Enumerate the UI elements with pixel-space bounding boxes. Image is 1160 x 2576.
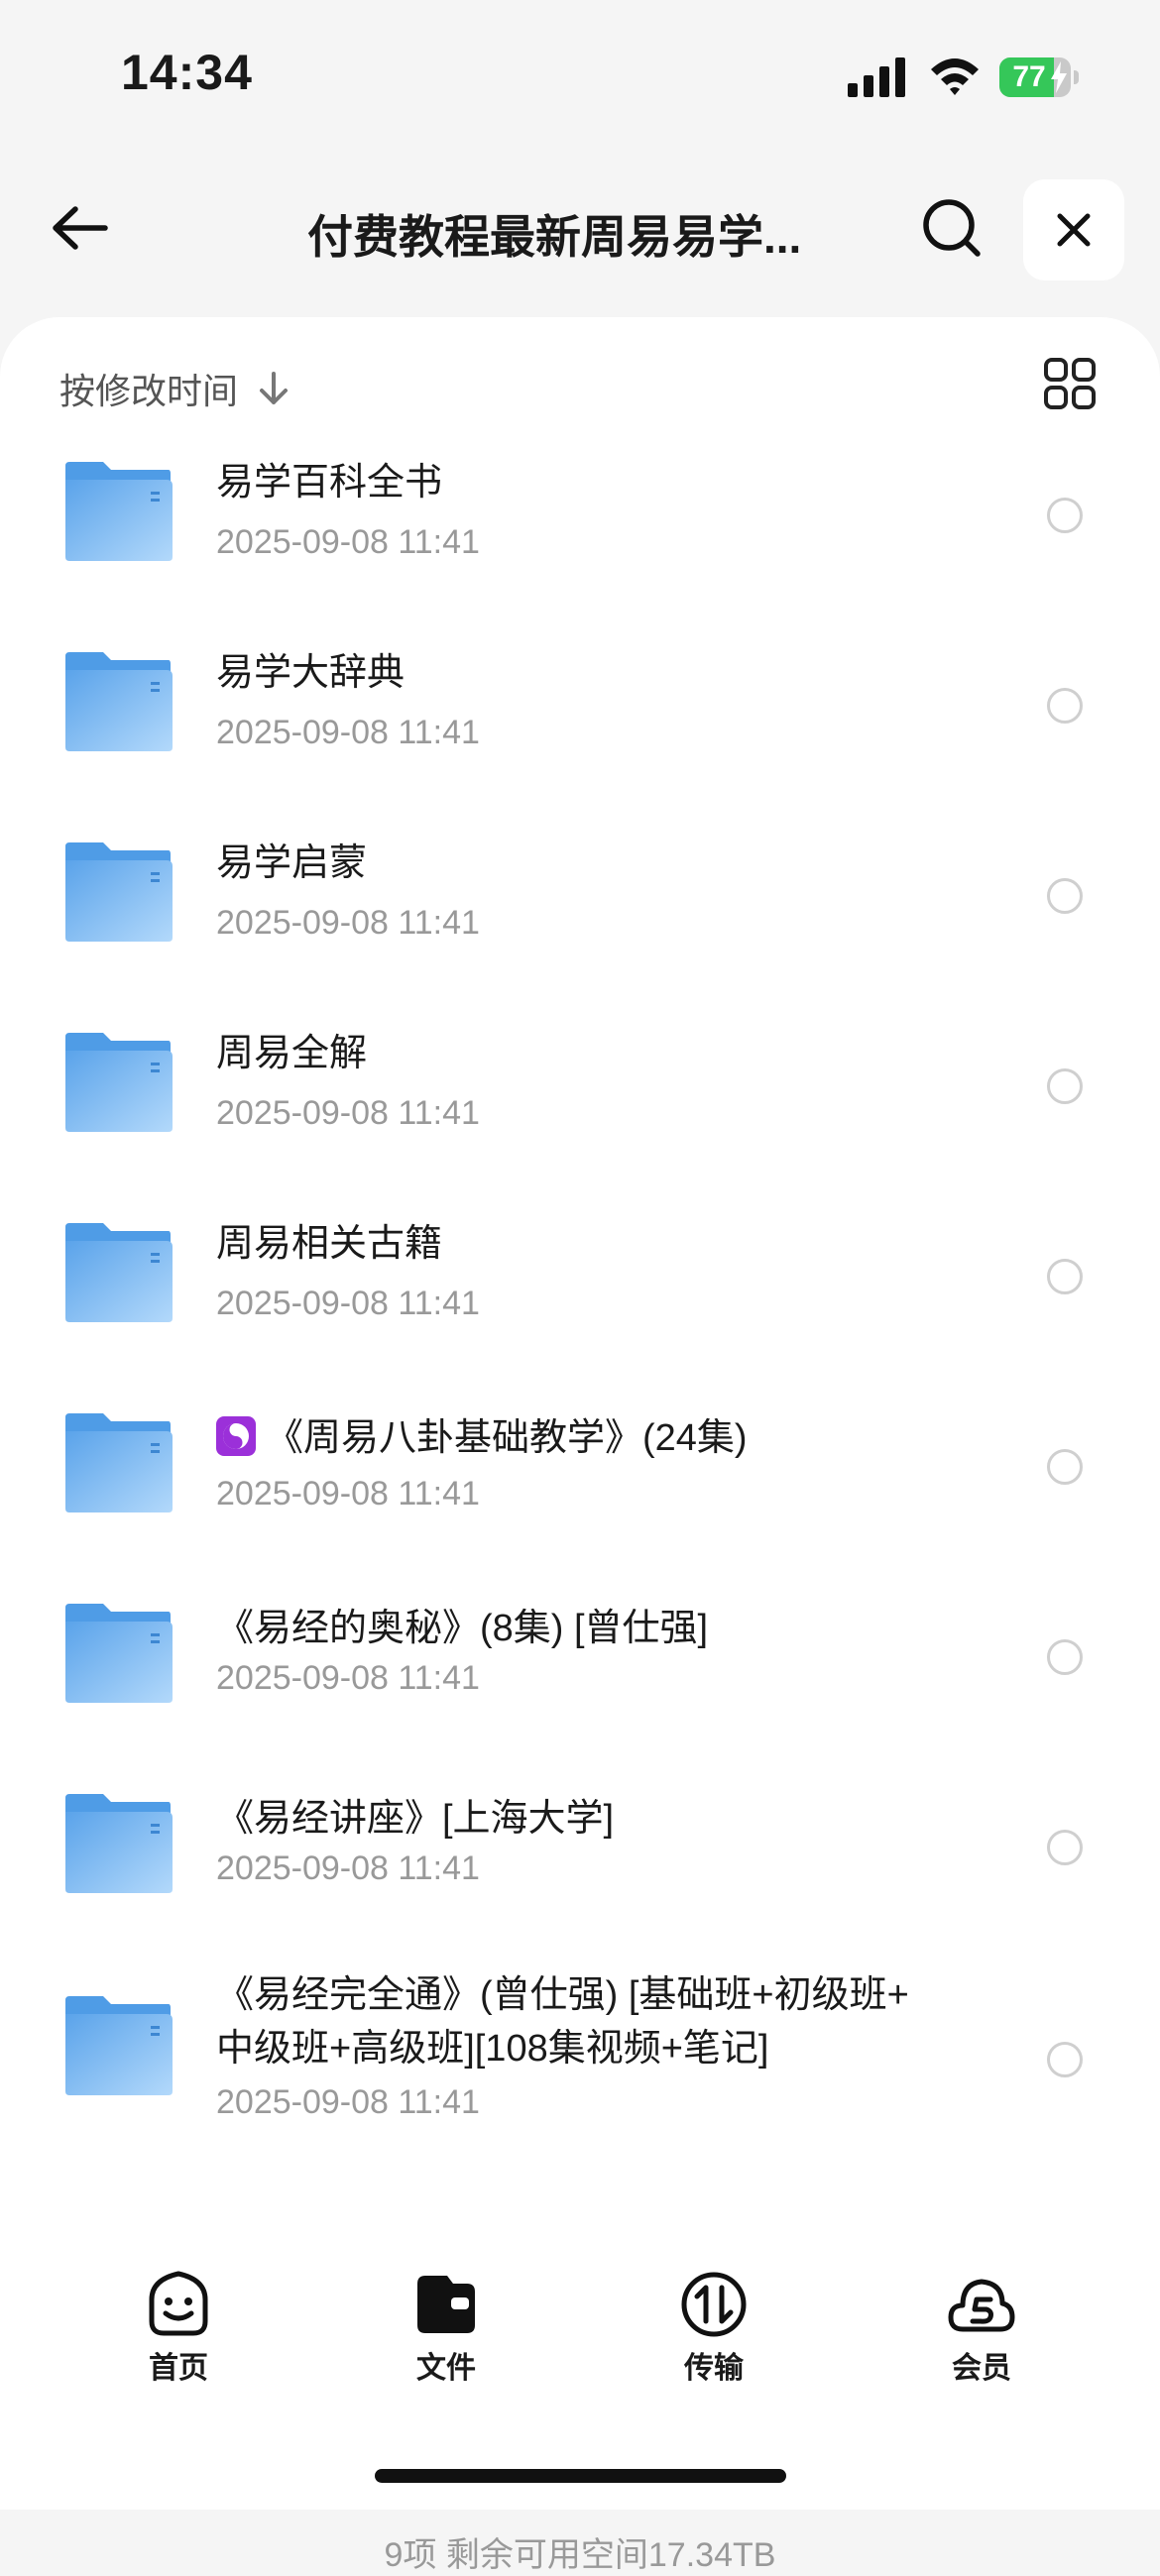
file-browser-panel: 按修改时间 易学百科全书 2025-09-08 11:41 易学大辞典 2025…	[0, 317, 1160, 2574]
select-checkbox[interactable]	[1047, 1449, 1083, 1485]
file-name-continued: 中级班+高级班][108集视频+笔记]	[216, 2028, 769, 2070]
file-modified-date: 2025-09-08 11:41	[216, 523, 480, 561]
search-button[interactable]	[912, 193, 991, 263]
select-checkbox[interactable]	[1047, 1068, 1083, 1104]
folder-icon	[65, 1794, 173, 1893]
tab-files[interactable]: 文件	[357, 2260, 535, 2389]
file-row[interactable]: 易学启蒙 2025-09-08 11:41	[0, 817, 1160, 995]
select-checkbox[interactable]	[1047, 878, 1083, 914]
tab-transfer[interactable]: 传输	[625, 2260, 803, 2389]
file-name: 《周易八卦基础教学》(24集)	[216, 1411, 748, 1465]
navigation-bar: 付费教程最新周易易学...	[0, 164, 1160, 292]
close-icon	[1057, 213, 1091, 247]
back-button[interactable]	[40, 193, 119, 263]
select-checkbox[interactable]	[1047, 2042, 1083, 2077]
file-row[interactable]: 《易经完全通》(曾仕强) [基础班+初级班+ 中级班+高级班][108集视频+笔记…	[0, 1959, 1160, 2157]
charging-bolt-icon	[1051, 61, 1067, 93]
file-name: 易学大辞典	[216, 652, 406, 694]
folder-icon	[65, 1604, 173, 1703]
tab-vip[interactable]: 会员	[892, 2260, 1071, 2389]
file-modified-date: 2025-09-08 11:41	[216, 1659, 480, 1697]
file-name: 《易经完全通》(曾仕强) [基础班+初级班+	[216, 1974, 909, 2016]
folder-icon	[65, 462, 173, 561]
battery-indicator: 77	[999, 57, 1079, 97]
file-row[interactable]: 周易全解 2025-09-08 11:41	[0, 1007, 1160, 1185]
yin-yang-icon	[216, 1416, 256, 1456]
close-button[interactable]	[1023, 179, 1124, 280]
folder-icon	[65, 1413, 173, 1512]
tab-home[interactable]: 首页	[89, 2260, 268, 2389]
file-name: 周易相关古籍	[216, 1223, 443, 1265]
sort-bar: 按修改时间	[0, 359, 1160, 418]
tab-label: 会员	[952, 2352, 1011, 2385]
file-row[interactable]: 易学百科全书 2025-09-08 11:41	[0, 436, 1160, 615]
grid-view-button[interactable]	[1043, 357, 1097, 410]
folder-icon	[65, 1223, 173, 1322]
file-row[interactable]: 《易经的奥秘》(8集) [曾仕强] 2025-09-08 11:41	[0, 1578, 1160, 1756]
select-checkbox[interactable]	[1047, 1830, 1083, 1865]
file-modified-date: 2025-09-08 11:41	[216, 1094, 480, 1132]
transfer-icon	[681, 2272, 747, 2337]
select-checkbox[interactable]	[1047, 688, 1083, 724]
folder-icon	[65, 842, 173, 942]
search-icon	[923, 199, 981, 257]
file-name-text: 《周易八卦基础教学》(24集)	[266, 1417, 748, 1459]
tab-label: 传输	[684, 2352, 744, 2385]
select-checkbox[interactable]	[1047, 1639, 1083, 1675]
file-name: 《易经讲座》[上海大学]	[216, 1798, 615, 1840]
tab-label: 首页	[149, 2352, 208, 2385]
wallet-folder-icon	[417, 2276, 475, 2333]
file-modified-date: 2025-09-08 11:41	[216, 714, 480, 751]
folder-icon	[65, 652, 173, 751]
file-modified-date: 2025-09-08 11:41	[216, 1475, 480, 1512]
file-row[interactable]: 周易相关古籍 2025-09-08 11:41	[0, 1197, 1160, 1376]
select-checkbox[interactable]	[1047, 1259, 1083, 1294]
file-modified-date: 2025-09-08 11:41	[216, 904, 480, 942]
file-name: 《易经的奥秘》(8集) [曾仕强]	[216, 1608, 709, 1649]
storage-summary: 9项 剩余可用空间17.34TB	[384, 2536, 776, 2574]
tab-label: 文件	[416, 2352, 476, 2385]
grid-view-icon	[1044, 358, 1096, 409]
select-checkbox[interactable]	[1047, 498, 1083, 533]
wifi-icon	[931, 58, 979, 95]
file-modified-date: 2025-09-08 11:41	[216, 1285, 480, 1322]
file-modified-date: 2025-09-08 11:41	[216, 1849, 480, 1887]
arrow-down-icon[interactable]	[256, 371, 291, 406]
file-name: 周易全解	[216, 1033, 368, 1074]
sort-by-button[interactable]: 按修改时间	[59, 363, 238, 414]
file-name: 易学启蒙	[216, 842, 368, 884]
tab-bar: 首页 文件 传输 会员	[0, 2260, 1160, 2389]
file-row[interactable]: 《易经讲座》[上海大学] 2025-09-08 11:41	[0, 1768, 1160, 1947]
smile-face-icon	[149, 2271, 208, 2336]
folder-icon	[65, 1033, 173, 1132]
file-name: 易学百科全书	[216, 462, 443, 504]
file-row[interactable]: 易学大辞典 2025-09-08 11:41	[0, 626, 1160, 805]
status-bar: 14:34 77	[0, 0, 1160, 149]
folder-icon	[65, 1996, 173, 2095]
file-row[interactable]: 《周易八卦基础教学》(24集) 2025-09-08 11:41	[0, 1388, 1160, 1566]
file-modified-date: 2025-09-08 11:41	[216, 2083, 480, 2121]
cellular-signal-icon	[848, 57, 905, 97]
status-time: 14:34	[121, 45, 253, 100]
vip-cloud-icon	[948, 2279, 1015, 2332]
arrow-left-icon	[53, 206, 108, 250]
page-title: 付费教程最新周易易学...	[307, 211, 802, 263]
home-indicator	[375, 2469, 786, 2483]
